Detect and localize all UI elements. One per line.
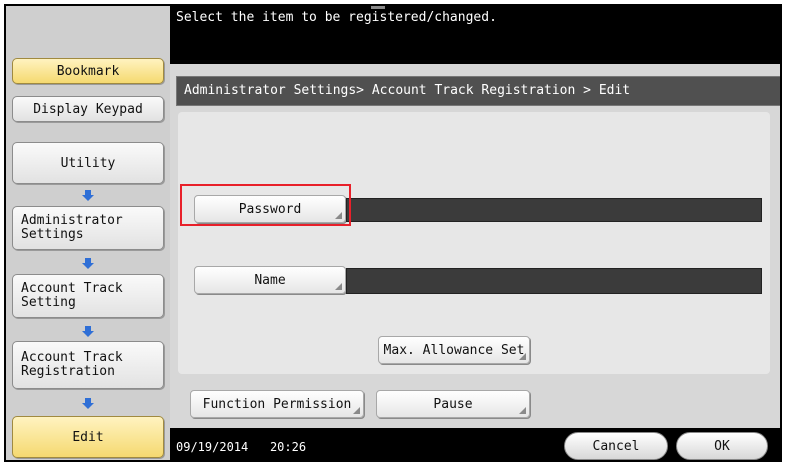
ok-button[interactable]: OK <box>676 432 768 460</box>
edit-button[interactable]: Edit <box>12 416 164 458</box>
max-allowance-set-button[interactable]: Max. Allowance Set <box>378 336 530 364</box>
ok-label: OK <box>714 438 730 454</box>
date-time: 09/19/2014 20:26 <box>176 440 306 454</box>
function-permission-button[interactable]: Function Permission <box>190 390 364 418</box>
name-label: Name <box>254 272 286 288</box>
bookmark-button[interactable]: Bookmark <box>12 58 164 84</box>
top-message: Select the item to be registered/changed… <box>176 10 497 25</box>
status-bar: 09/19/2014 20:26 Cancel OK <box>170 428 780 460</box>
cancel-button[interactable]: Cancel <box>564 432 668 460</box>
password-highlight-box <box>180 184 351 226</box>
name-field[interactable] <box>346 268 762 294</box>
utility-button[interactable]: Utility <box>12 142 164 184</box>
pause-button[interactable]: Pause <box>376 390 530 418</box>
pause-label: Pause <box>433 396 473 412</box>
name-button[interactable]: Name <box>194 266 346 294</box>
date-text: 09/19/2014 <box>176 440 249 454</box>
cancel-label: Cancel <box>592 438 640 454</box>
top-handle <box>371 6 385 9</box>
function-permission-label: Function Permission <box>202 396 352 412</box>
display-keypad-button[interactable]: Display Keypad <box>12 96 164 122</box>
max-allowance-set-label: Max. Allowance Set <box>383 342 525 358</box>
password-field[interactable] <box>346 198 762 222</box>
account-track-registration-button[interactable]: Account Track Registration <box>12 341 164 389</box>
edit-content-area <box>178 112 770 374</box>
top-message-bar: Select the item to be registered/changed… <box>170 6 780 64</box>
time-text: 20:26 <box>269 440 307 454</box>
left-panel: Bookmark Display Keypad Utility Administ… <box>6 6 170 460</box>
breadcrumb: Administrator Settings> Account Track Re… <box>176 76 780 106</box>
account-track-setting-button[interactable]: Account Track Setting <box>12 274 164 318</box>
device-panel: Bookmark Display Keypad Utility Administ… <box>4 4 782 462</box>
administrator-settings-button[interactable]: Administrator Settings <box>12 206 164 250</box>
